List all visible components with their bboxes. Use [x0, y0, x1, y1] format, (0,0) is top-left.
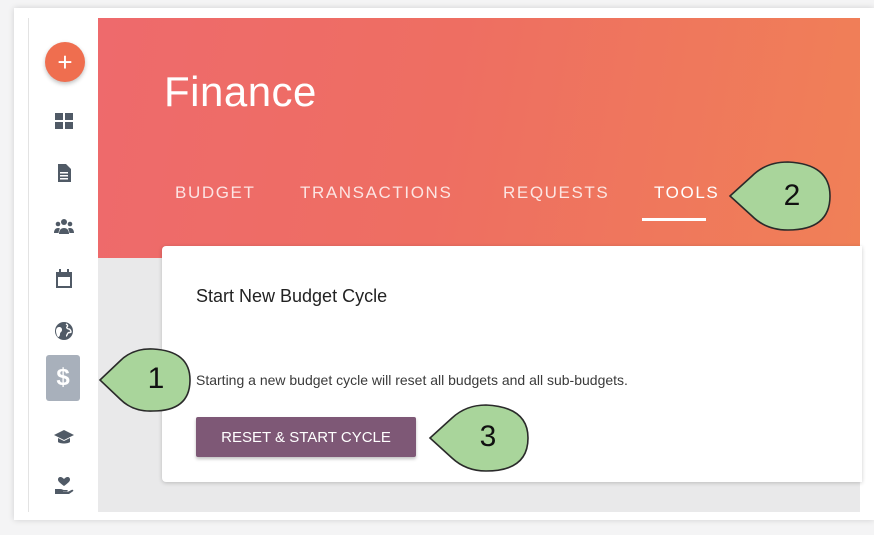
- calendar-icon[interactable]: [51, 266, 77, 292]
- finance-nav-symbol: $: [56, 364, 70, 391]
- sidebar-nav: + $: [28, 18, 99, 512]
- tab-transactions[interactable]: TRANSACTIONS: [300, 183, 452, 203]
- callout-number: 2: [783, 179, 801, 212]
- people-icon[interactable]: [51, 214, 77, 240]
- active-tab-indicator: [642, 218, 706, 221]
- page-title: Finance: [164, 68, 317, 115]
- grid-icon[interactable]: [51, 108, 77, 134]
- tab-tools[interactable]: TOOLS: [654, 183, 719, 203]
- callout-3: 3: [428, 402, 530, 474]
- add-button[interactable]: +: [45, 42, 85, 82]
- callout-2: 2: [728, 158, 832, 234]
- graduation-cap-icon[interactable]: [51, 424, 77, 450]
- callout-number: 3: [479, 420, 497, 453]
- callout-number: 1: [147, 362, 165, 395]
- document-icon[interactable]: [51, 160, 77, 186]
- globe-icon[interactable]: [51, 318, 77, 344]
- dollar-icon[interactable]: $: [46, 355, 80, 401]
- card-title: Start New Budget Cycle: [196, 286, 388, 306]
- hand-heart-icon[interactable]: [51, 472, 77, 498]
- card-description: Starting a new budget cycle will reset a…: [196, 372, 628, 388]
- tab-budget[interactable]: BUDGET: [175, 183, 255, 203]
- tab-requests[interactable]: REQUESTS: [503, 183, 609, 203]
- callout-1: 1: [98, 345, 192, 415]
- reset-start-cycle-button[interactable]: RESET & START CYCLE: [196, 417, 416, 457]
